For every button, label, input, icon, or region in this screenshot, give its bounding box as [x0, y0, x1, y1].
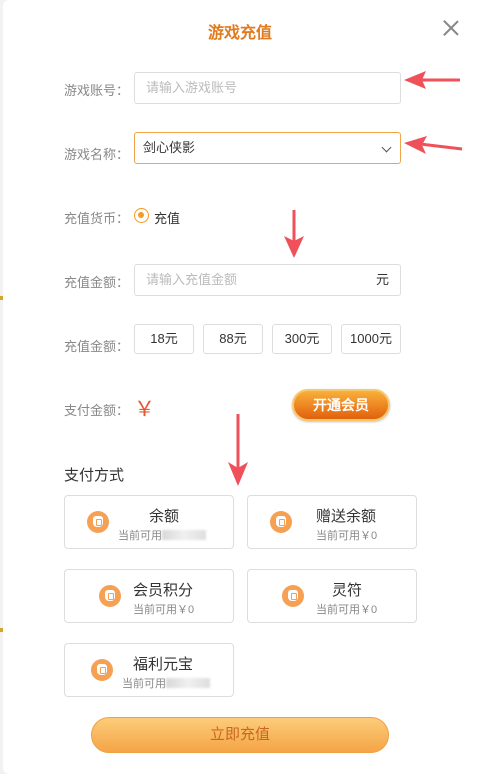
- pay-amount-symbol: ￥: [134, 398, 155, 421]
- money-bag-icon: [87, 511, 109, 533]
- payment-method-available: 当前可用￥0: [133, 604, 195, 616]
- payment-method-available: 当前可用￥0: [316, 530, 378, 542]
- preset-amount-300[interactable]: 300元: [272, 324, 332, 354]
- blurred-amount: [166, 678, 210, 688]
- payment-method-name: 赠送余额: [316, 508, 377, 525]
- annotation-arrow-left-icon: [404, 136, 463, 154]
- pay-label: 支付金额：: [64, 403, 130, 418]
- preset-amount-88[interactable]: 88元: [203, 324, 263, 354]
- account-input[interactable]: 请输入游戏账号: [134, 72, 401, 104]
- amount-placeholder: 请输入充值金额: [146, 272, 238, 287]
- game-select-value: 剑心侠影: [143, 140, 196, 155]
- currency-label: 充值货币：: [64, 211, 130, 226]
- currency-radio[interactable]: [134, 208, 149, 223]
- money-bag-icon: [282, 585, 304, 607]
- game-select[interactable]: 剑心侠影: [134, 132, 401, 164]
- preset-amount-1000[interactable]: 1000元: [341, 324, 401, 354]
- annotation-arrow-left-icon: [404, 71, 460, 89]
- game-label: 游戏名称：: [64, 147, 130, 162]
- recharge-now-button[interactable]: 立即充值: [91, 717, 389, 753]
- payment-method-welfare-ingot[interactable]: 福利元宝 当前可用: [64, 643, 234, 697]
- payment-method-name: 灵符: [332, 582, 363, 599]
- preset-amount-18[interactable]: 18元: [134, 324, 194, 354]
- account-label: 游戏账号：: [64, 83, 130, 98]
- payment-method-name: 福利元宝: [133, 656, 194, 673]
- annotation-arrow-down-icon: [228, 414, 248, 486]
- open-vip-button[interactable]: 开通会员: [292, 389, 390, 421]
- payment-section-title: 支付方式: [64, 467, 125, 484]
- amount-label: 充值金额：: [64, 275, 130, 290]
- currency-radio-label: 充值: [154, 211, 181, 226]
- amount-unit: 元: [375, 272, 389, 287]
- money-bag-icon: [99, 585, 121, 607]
- chevron-down-icon: [381, 142, 392, 153]
- available-text: 当前可用: [122, 678, 166, 690]
- amount-input[interactable]: 请输入充值金额 元: [134, 264, 401, 296]
- payment-method-name: 会员积分: [133, 582, 194, 599]
- money-bag-icon: [91, 659, 113, 681]
- payment-method-vip-points[interactable]: 会员积分 当前可用￥0: [64, 569, 234, 623]
- payment-method-available: 当前可用￥0: [316, 604, 378, 616]
- money-bag-icon: [270, 511, 292, 533]
- payment-method-available: 当前可用: [122, 675, 210, 691]
- annotation-arrow-down-icon: [284, 210, 304, 258]
- payment-method-balance[interactable]: 余额 当前可用: [64, 495, 234, 549]
- payment-method-gift-balance[interactable]: 赠送余额 当前可用￥0: [247, 495, 417, 549]
- close-icon[interactable]: [443, 20, 459, 36]
- preset-label: 充值金额：: [64, 339, 130, 354]
- blurred-amount: [162, 530, 206, 540]
- payment-method-name: 余额: [149, 508, 180, 525]
- dialog-title: 游戏充值: [207, 25, 272, 42]
- recharge-dialog: 游戏充值 游戏账号： 请输入游戏账号 游戏名称： 剑心侠影 充值货币： 充值 充…: [3, 0, 477, 774]
- payment-method-talisman[interactable]: 灵符 当前可用￥0: [247, 569, 417, 623]
- available-text: 当前可用: [118, 530, 162, 542]
- account-placeholder: 请输入游戏账号: [146, 80, 238, 95]
- payment-method-available: 当前可用: [118, 527, 206, 543]
